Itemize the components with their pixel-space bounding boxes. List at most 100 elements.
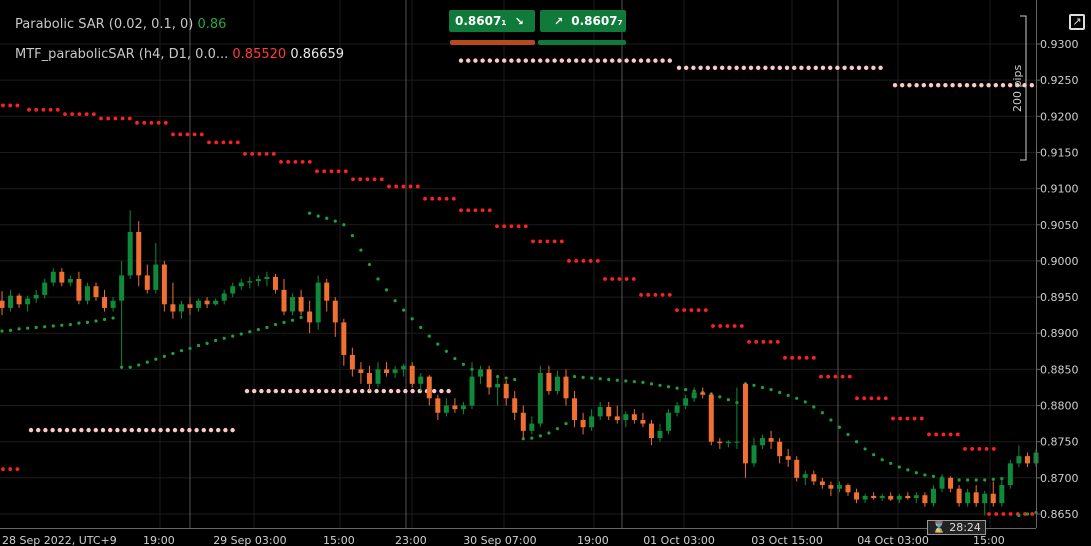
candle bbox=[204, 297, 210, 308]
psar-dot bbox=[718, 395, 722, 399]
mtf-pink-dot bbox=[381, 388, 386, 394]
psar-dot bbox=[17, 327, 21, 331]
mtf-red-dot bbox=[401, 184, 406, 189]
psar-dot bbox=[43, 325, 47, 329]
mtf-indicator-legend[interactable]: MTF_parabolicSAR (h4, D1, 0.0... 0.85520… bbox=[15, 47, 344, 62]
time-tick-label: 01 Oct 03:00 bbox=[643, 534, 715, 546]
mtf-pink-dot bbox=[194, 427, 199, 433]
mtf-pink-dot bbox=[396, 388, 401, 394]
mtf-red-dot bbox=[250, 152, 255, 156]
time-tick-label: 29 Sep 03:00 bbox=[213, 534, 286, 546]
candle bbox=[905, 492, 911, 500]
mtf-pink-dot bbox=[523, 58, 528, 63]
candle bbox=[110, 297, 116, 312]
mtf-red-dot bbox=[610, 277, 615, 281]
candle bbox=[700, 387, 706, 399]
candle bbox=[828, 481, 834, 496]
candle bbox=[973, 485, 979, 507]
mtf-red-dot bbox=[106, 116, 111, 121]
price-chart[interactable]: 0.9300 0.9250 0.9200 0.9150 0.9100 0.9050 0.90… bbox=[0, 0, 1091, 546]
psar-dot bbox=[572, 375, 577, 379]
mtf-pink-dot bbox=[602, 58, 608, 63]
popout-icon[interactable]: ↗ bbox=[1069, 14, 1085, 30]
price-tick-label: 0.8650 bbox=[1040, 508, 1079, 521]
mtf-pink-dot bbox=[122, 427, 127, 433]
candle bbox=[606, 401, 612, 420]
psar-dot bbox=[624, 379, 628, 383]
mtf-pink-dot bbox=[698, 65, 703, 71]
buy-button[interactable]: ↗ 0.8607₇ bbox=[540, 10, 626, 32]
candle bbox=[708, 392, 714, 446]
psar-dot bbox=[265, 325, 269, 330]
price-tick-label: 0.9250 bbox=[1040, 74, 1079, 87]
candle bbox=[495, 376, 501, 406]
mtf-red-dot bbox=[185, 132, 190, 137]
candle bbox=[589, 409, 595, 431]
range-label: 200 pips bbox=[1011, 64, 1024, 112]
mtf-red-dot bbox=[480, 208, 485, 213]
psar-dot bbox=[803, 400, 807, 404]
mtf-red-dot bbox=[415, 184, 420, 189]
candle bbox=[426, 375, 432, 406]
mtf-pink-dot bbox=[588, 58, 593, 63]
price-tick-label: 0.8850 bbox=[1040, 363, 1079, 376]
psar-dot bbox=[547, 431, 551, 435]
candle bbox=[67, 275, 73, 287]
mtf-red-dot bbox=[113, 116, 118, 121]
mtf-red-dot bbox=[703, 308, 708, 312]
mtf-pink-dot bbox=[552, 58, 557, 63]
mtf-red-dot bbox=[689, 308, 694, 312]
psar-dot bbox=[51, 324, 55, 328]
price-tick-label: 0.9050 bbox=[1040, 219, 1079, 232]
candle bbox=[572, 391, 578, 428]
mtf-red-dot bbox=[754, 340, 759, 344]
mtf-red-dot bbox=[372, 177, 377, 182]
candle bbox=[1016, 445, 1022, 467]
mtf-red-dot bbox=[970, 447, 975, 451]
psar-dot bbox=[1017, 513, 1021, 518]
psar-dot bbox=[60, 323, 64, 327]
psar-dot bbox=[350, 234, 354, 238]
mtf-red-dot bbox=[34, 107, 39, 112]
mtf-pink-dot bbox=[244, 388, 250, 394]
psar-indicator-legend[interactable]: Parabolic SAR (0.02, 0.1, 0) 0.86 bbox=[15, 17, 226, 32]
mtf-red-dot bbox=[639, 293, 643, 297]
mtf-pink-dot bbox=[1000, 83, 1006, 88]
mtf-pink-dot bbox=[439, 388, 444, 394]
psar-dot bbox=[931, 474, 936, 478]
candle bbox=[93, 282, 99, 301]
candle bbox=[33, 289, 39, 303]
candle bbox=[751, 438, 757, 467]
price-axis[interactable]: 0.9300 0.9250 0.9200 0.9150 0.9100 0.9050 0.90… bbox=[1036, 0, 1079, 528]
mtf-red-dot bbox=[912, 416, 917, 421]
range-bracket: 200 pips bbox=[1011, 15, 1027, 161]
mtf-pink-dot bbox=[638, 58, 644, 63]
mtf-red-dot bbox=[228, 140, 233, 145]
mtf-pink-dot bbox=[856, 65, 862, 71]
mtf-pink-dot bbox=[28, 427, 34, 433]
psar-dot bbox=[615, 378, 619, 382]
mtf-pink-dot bbox=[828, 65, 833, 71]
time-axis[interactable]: 28 Sep 2022, UTC+9 19:00 29 Sep 03:00 15:00… bbox=[0, 528, 1036, 546]
mtf-red-dot bbox=[192, 132, 197, 137]
mtf-red-dot bbox=[891, 416, 895, 421]
psar-dot bbox=[854, 440, 859, 444]
mtf-pink-dot bbox=[676, 65, 682, 71]
mtf-pink-dot bbox=[928, 83, 934, 88]
mtf-red-dot bbox=[1, 103, 5, 108]
candle bbox=[871, 492, 877, 500]
candle bbox=[452, 398, 458, 413]
mtf-pink-dot bbox=[574, 58, 579, 63]
candle bbox=[631, 409, 637, 424]
mtf-pink-dot bbox=[352, 388, 358, 394]
candle bbox=[939, 474, 945, 493]
mtf-pink-dot bbox=[115, 427, 120, 433]
mtf-pink-dot bbox=[842, 65, 847, 71]
mtf-pink-dot bbox=[993, 83, 998, 88]
sell-button[interactable]: 0.8607₁ ↘ bbox=[449, 10, 535, 32]
candle bbox=[742, 382, 748, 478]
candle bbox=[25, 295, 31, 312]
psar-dot bbox=[427, 334, 431, 338]
psar-dot bbox=[196, 343, 201, 348]
mtf-red-dot bbox=[257, 152, 262, 156]
